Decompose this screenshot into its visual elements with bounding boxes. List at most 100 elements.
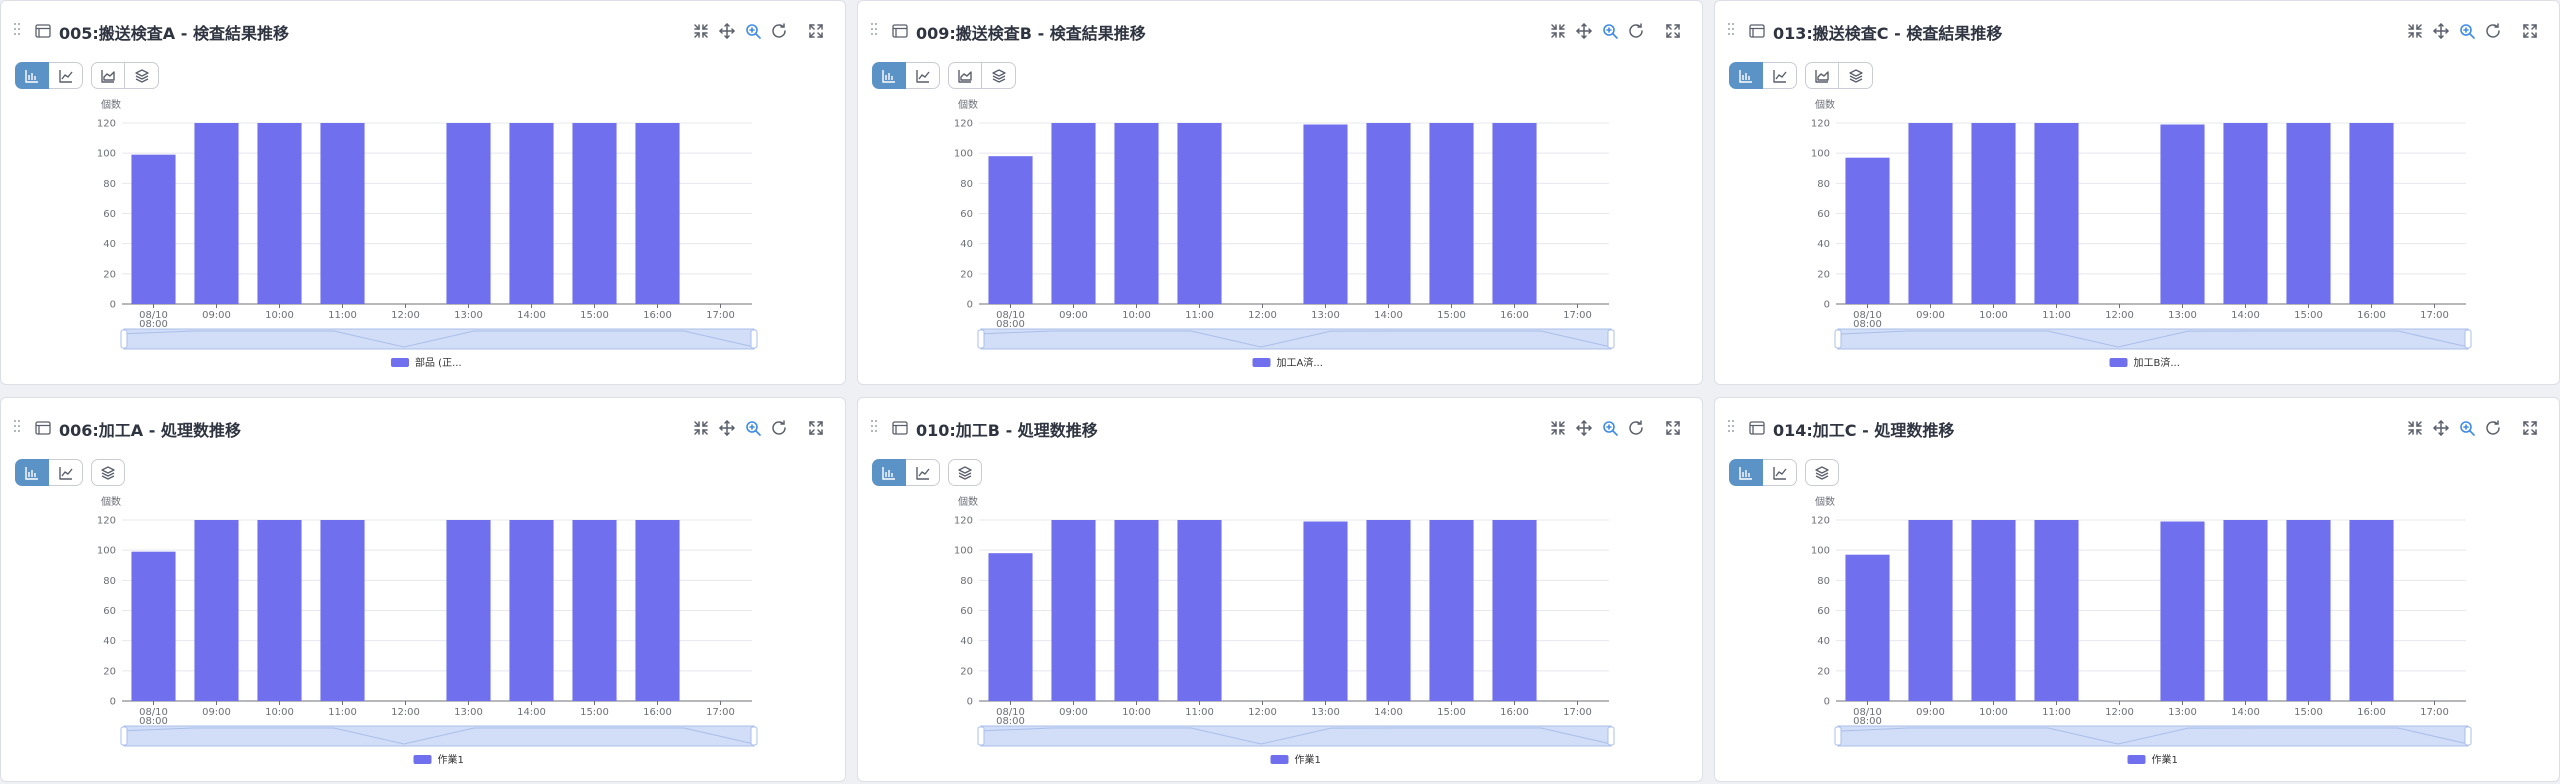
legend-label[interactable]: 加工A済...: [1277, 356, 1323, 369]
restore-icon[interactable]: [692, 22, 710, 40]
bar[interactable]: [1908, 520, 1953, 701]
zoom-slider-handle[interactable]: [120, 329, 128, 349]
zoom-icon[interactable]: [2458, 419, 2476, 437]
pan-icon[interactable]: [1575, 22, 1593, 40]
bar-chart-button[interactable]: [15, 459, 49, 486]
bar[interactable]: [2223, 520, 2268, 701]
bar[interactable]: [1908, 123, 1953, 304]
bar[interactable]: [2160, 521, 2205, 701]
bar[interactable]: [635, 520, 680, 701]
bar-chart-button[interactable]: [872, 62, 906, 89]
line-chart-button[interactable]: [906, 62, 940, 89]
bar[interactable]: [2349, 520, 2394, 701]
zoom-slider-handle[interactable]: [120, 726, 128, 746]
bar[interactable]: [1051, 520, 1096, 701]
legend-swatch[interactable]: [391, 358, 409, 367]
bar[interactable]: [1366, 520, 1411, 701]
zoom-slider-handle[interactable]: [1607, 726, 1615, 746]
bar[interactable]: [2160, 124, 2205, 304]
bar[interactable]: [509, 123, 554, 304]
line-chart-button[interactable]: [906, 459, 940, 486]
zoom-slider-handle[interactable]: [977, 329, 985, 349]
bar[interactable]: [572, 520, 617, 701]
restore-icon[interactable]: [2406, 419, 2424, 437]
bar[interactable]: [1845, 554, 1890, 701]
legend-swatch[interactable]: [2127, 755, 2146, 764]
zoom-slider-handle[interactable]: [977, 726, 985, 746]
bar[interactable]: [509, 520, 554, 701]
bar[interactable]: [988, 156, 1033, 304]
fullscreen-icon[interactable]: [2521, 22, 2539, 40]
stack-button[interactable]: [948, 459, 982, 486]
bar-chart-button[interactable]: [1729, 459, 1763, 486]
zoom-slider-handle[interactable]: [2464, 329, 2472, 349]
bar[interactable]: [446, 520, 491, 701]
pan-icon[interactable]: [2432, 22, 2450, 40]
drag-handle-icon[interactable]: [14, 420, 22, 434]
refresh-icon[interactable]: [1627, 419, 1645, 437]
pan-icon[interactable]: [2432, 419, 2450, 437]
refresh-icon[interactable]: [1627, 22, 1645, 40]
bar[interactable]: [1492, 520, 1537, 701]
pan-icon[interactable]: [718, 22, 736, 40]
bar[interactable]: [2286, 520, 2331, 701]
bar-chart-button[interactable]: [1729, 62, 1763, 89]
zoom-slider-handle[interactable]: [1834, 726, 1842, 746]
refresh-icon[interactable]: [2484, 419, 2502, 437]
bar[interactable]: [635, 123, 680, 304]
legend-label[interactable]: 作業1: [438, 753, 464, 766]
fullscreen-icon[interactable]: [807, 419, 825, 437]
bar[interactable]: [1429, 520, 1474, 701]
zoom-slider-handle[interactable]: [1607, 329, 1615, 349]
bar[interactable]: [1303, 124, 1348, 304]
bar[interactable]: [572, 123, 617, 304]
pan-icon[interactable]: [718, 419, 736, 437]
drag-handle-icon[interactable]: [871, 420, 879, 434]
refresh-icon[interactable]: [770, 419, 788, 437]
bar[interactable]: [1177, 520, 1222, 701]
drag-handle-icon[interactable]: [14, 23, 22, 37]
bar[interactable]: [131, 551, 176, 701]
pan-icon[interactable]: [1575, 419, 1593, 437]
bar[interactable]: [988, 553, 1033, 701]
area-chart-button[interactable]: [91, 62, 125, 89]
resize-handle-icon[interactable]: [2550, 772, 2557, 781]
bar[interactable]: [1366, 123, 1411, 304]
bar[interactable]: [194, 123, 239, 304]
line-chart-button[interactable]: [1763, 62, 1797, 89]
fullscreen-icon[interactable]: [2521, 419, 2539, 437]
zoom-icon[interactable]: [1601, 22, 1619, 40]
bar[interactable]: [1303, 521, 1348, 701]
bar-chart-button[interactable]: [15, 62, 49, 89]
refresh-icon[interactable]: [770, 22, 788, 40]
restore-icon[interactable]: [692, 419, 710, 437]
bar[interactable]: [1051, 123, 1096, 304]
resize-handle-icon[interactable]: [836, 375, 843, 384]
zoom-icon[interactable]: [744, 419, 762, 437]
line-chart-button[interactable]: [1763, 459, 1797, 486]
bar[interactable]: [194, 520, 239, 701]
fullscreen-icon[interactable]: [1664, 22, 1682, 40]
legend-label[interactable]: 作業1: [1295, 753, 1321, 766]
legend-label[interactable]: 部品 (正...: [415, 356, 462, 369]
fullscreen-icon[interactable]: [1664, 419, 1682, 437]
zoom-slider-handle[interactable]: [2464, 726, 2472, 746]
line-chart-button[interactable]: [49, 459, 83, 486]
bar[interactable]: [2286, 123, 2331, 304]
bar[interactable]: [320, 520, 365, 701]
stack-button[interactable]: [91, 459, 125, 486]
restore-icon[interactable]: [2406, 22, 2424, 40]
bar[interactable]: [1845, 157, 1890, 304]
drag-handle-icon[interactable]: [1728, 420, 1736, 434]
resize-handle-icon[interactable]: [1693, 375, 1700, 384]
bar[interactable]: [2034, 520, 2079, 701]
drag-handle-icon[interactable]: [871, 23, 879, 37]
area-chart-button[interactable]: [948, 62, 982, 89]
bar[interactable]: [2349, 123, 2394, 304]
bar[interactable]: [1429, 123, 1474, 304]
resize-handle-icon[interactable]: [836, 772, 843, 781]
bar-chart-button[interactable]: [872, 459, 906, 486]
zoom-icon[interactable]: [1601, 419, 1619, 437]
stack-button[interactable]: [982, 62, 1016, 89]
legend-swatch[interactable]: [2109, 358, 2128, 367]
